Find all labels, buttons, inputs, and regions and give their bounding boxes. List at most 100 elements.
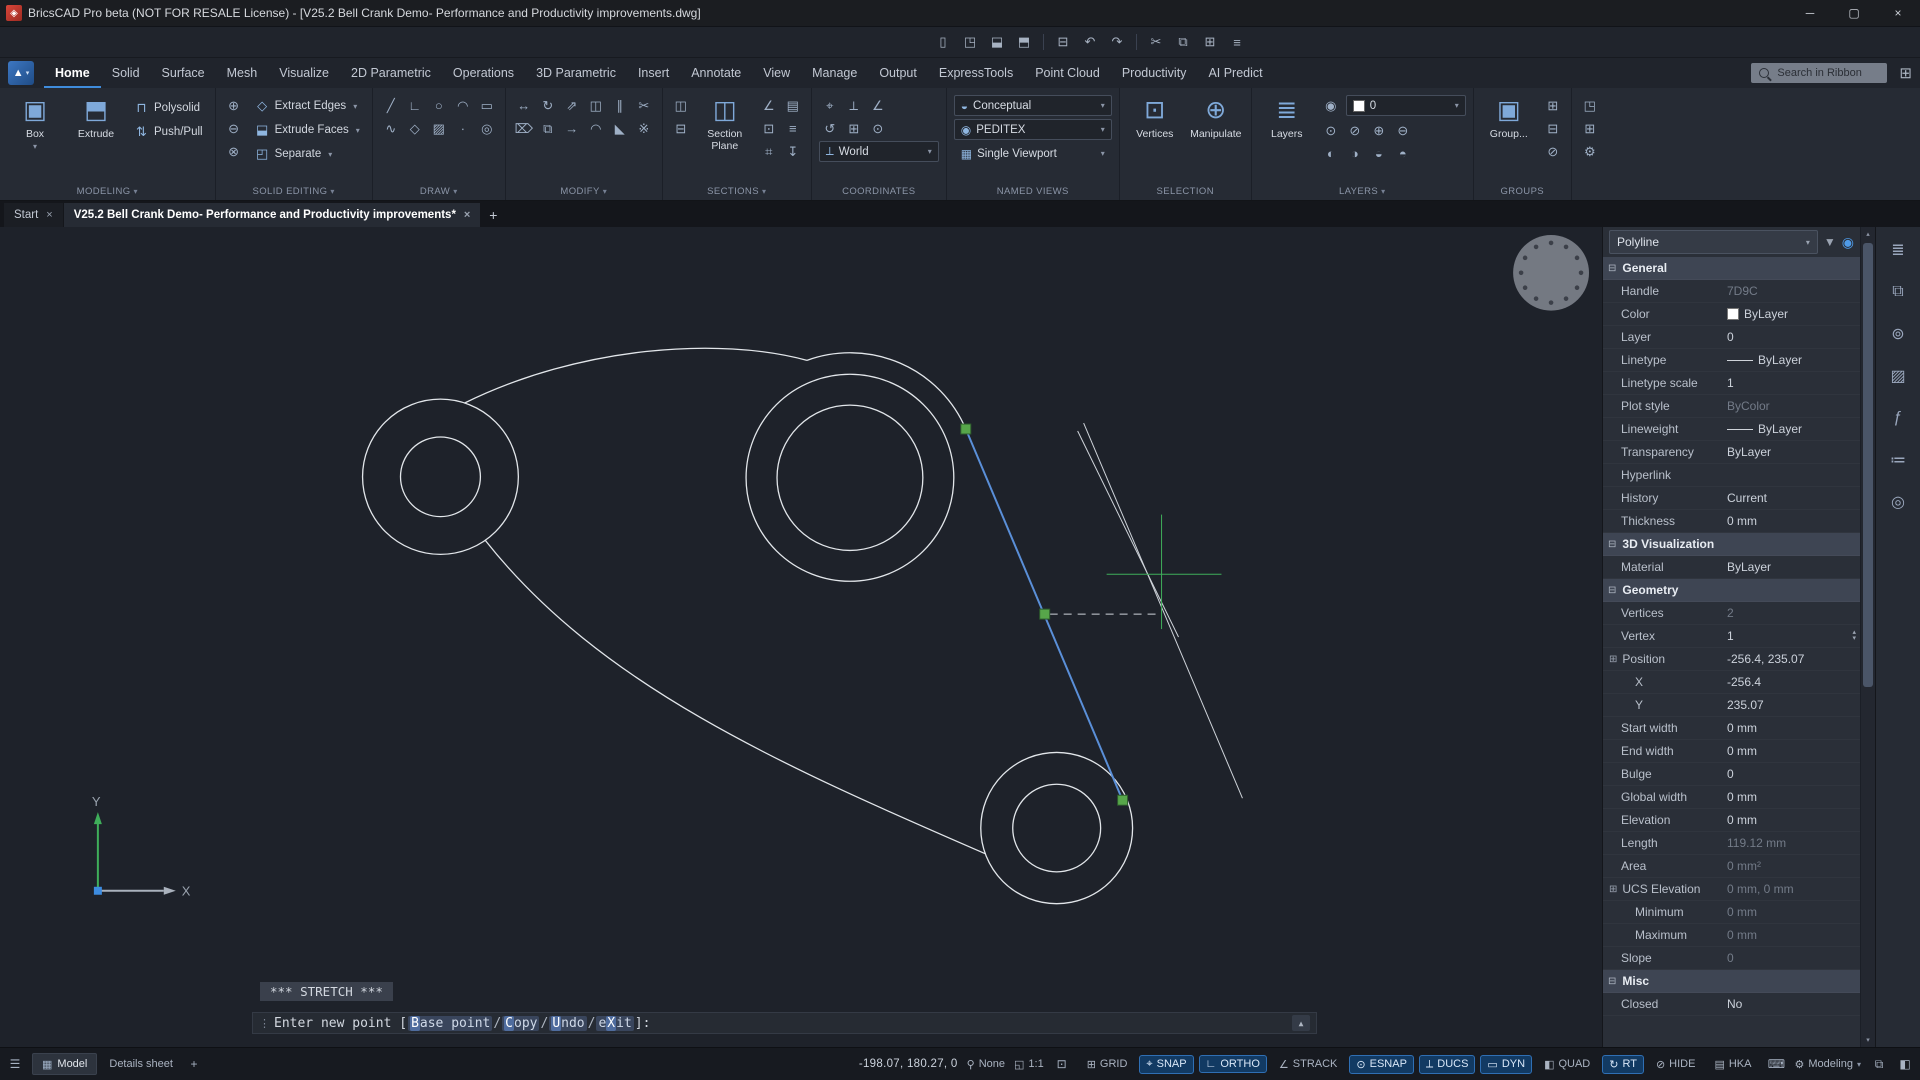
erase-icon[interactable]: ⌦ [513,118,535,139]
property-value[interactable]: 0 mm [1727,928,1860,942]
command-history-button[interactable]: ▲ [1292,1015,1310,1031]
minimize-button[interactable]: ─ [1788,0,1832,26]
model-tab[interactable]: ▦ Model [32,1053,97,1075]
stretch-icon[interactable]: → [561,118,583,139]
layer-on-icon[interactable]: ⊙ [1320,120,1342,141]
group-label-modify[interactable]: MODIFY▾ [513,183,655,200]
remove-from-group-icon[interactable]: ⊟ [1542,118,1564,139]
property-value[interactable]: 0 [1727,330,1860,344]
live-section-icon[interactable]: ≡ [782,118,804,139]
expand-icon[interactable]: ⊞ [1609,884,1617,895]
rotate-icon[interactable]: ↻ [537,95,559,116]
left-hub-outer-circle[interactable] [363,399,519,554]
donut-icon[interactable]: ◎ [476,118,498,139]
panel-toggle-icon[interactable]: ◳ [1579,95,1601,116]
menu-icon[interactable]: ☰ [6,1054,24,1074]
section-settings-icon[interactable]: ◫ [670,95,692,116]
line-icon[interactable]: ╱ [380,95,402,116]
section-line-icon[interactable]: ∠ [758,95,780,116]
section-volume-icon[interactable]: ⊡ [758,118,780,139]
property-value[interactable]: 0 mm [1727,744,1860,758]
intersect-icon[interactable]: ⊗ [223,141,245,162]
mirror-icon[interactable]: ◫ [585,95,607,116]
ribbon-tab-productivity[interactable]: Productivity [1111,58,1198,88]
print-icon[interactable]: ⊟ [1051,31,1075,53]
bottom-hub-inner-circle[interactable] [1013,784,1101,872]
toggle-esnap[interactable]: ⊙ESNAP [1349,1055,1414,1074]
toggle-ducs[interactable]: ⟂DUCS [1419,1055,1476,1074]
ribbon-tab-annotate[interactable]: Annotate [680,58,752,88]
property-value[interactable]: -256.4, 235.07 [1727,652,1860,666]
ribbon-tab-home[interactable]: Home [44,58,101,88]
named-view-combobox[interactable]: ◉ PEDITEX ▾ [954,119,1112,140]
layer-match-icon[interactable]: ◓ [1392,143,1414,164]
clip-display-icon[interactable]: ⊟ [670,118,692,139]
property-value[interactable]: 2 [1727,606,1860,620]
section-general[interactable]: ⊟General [1603,257,1860,280]
render-panel-icon[interactable]: ◎ [1884,489,1912,515]
close-icon[interactable]: × [464,209,470,221]
section-boundary-icon[interactable]: ▤ [782,95,804,116]
ribbon-tab-operations[interactable]: Operations [442,58,525,88]
section-geometry[interactable]: ⊟Geometry [1603,579,1860,602]
ungroup-icon[interactable]: ⊘ [1542,141,1564,162]
command-option-undo[interactable]: Undo [549,1016,586,1031]
separate-button[interactable]: ◰ Separate▾ [250,143,365,165]
workspace-switcher[interactable]: ⚙ Modeling ▾ [1794,1058,1861,1071]
layer-lock-icon[interactable]: ◐ [1320,143,1342,164]
ribbon-tab-visualize[interactable]: Visualize [268,58,340,88]
ucs-face-icon[interactable]: ⊞ [843,118,865,139]
attachments-panel-icon[interactable]: ⊚ [1884,321,1912,347]
maximize-button[interactable]: ▢ [1832,0,1876,26]
group-label-named-views[interactable]: NAMED VIEWS [954,183,1112,200]
property-value[interactable]: 0 mm [1727,905,1860,919]
new-document-button[interactable]: + [481,203,505,227]
ribbon-tab-3d-parametric[interactable]: 3D Parametric [525,58,627,88]
property-value[interactable]: 0 [1727,767,1860,781]
group-label-draw[interactable]: DRAW▾ [380,183,498,200]
box-button[interactable]: ▣ Box ▾ [7,91,63,183]
ucs-z-axis-icon[interactable]: ∠ [867,95,889,116]
property-value[interactable]: 0 mm [1727,514,1860,528]
section-3d-visualization[interactable]: ⊟3D Visualization [1603,533,1860,556]
match-properties-icon[interactable]: ≡ [1225,31,1249,53]
property-value[interactable]: 0 mm [1727,721,1860,735]
copy-icon[interactable]: ⧉ [1171,31,1195,53]
ucs-world-icon[interactable]: ⌖ [819,95,841,116]
layout-tab-details-sheet[interactable]: Details sheet [105,1058,177,1070]
dock-panels-icon[interactable]: ⊞ [1579,118,1601,139]
bottom-hub-outer-circle[interactable] [981,752,1133,903]
command-option-copy[interactable]: Copy [502,1016,539,1031]
add-layout-button[interactable]: + [185,1054,203,1074]
property-value[interactable]: Current [1727,491,1860,505]
scale-icon[interactable]: ⇗ [561,95,583,116]
property-value[interactable]: ByLayer [1727,422,1860,436]
ribbon-tab-solid[interactable]: Solid [101,58,151,88]
doc-tab-start[interactable]: Start × [4,203,63,227]
add-to-group-icon[interactable]: ⊞ [1542,95,1564,116]
close-button[interactable]: × [1876,0,1920,26]
viewport-configuration[interactable]: ▦ Single Viewport ▾ [954,143,1112,164]
grip-mid[interactable] [1040,609,1050,619]
polygon-icon[interactable]: ◇ [404,118,426,139]
ribbon-tab-view[interactable]: View [752,58,801,88]
ghost-edge-1[interactable] [1084,423,1243,798]
property-value[interactable]: No [1727,997,1860,1011]
property-value[interactable]: 119.12 mm [1727,836,1860,850]
command-option-exit[interactable]: eXit [596,1016,633,1031]
polyline-icon[interactable]: ∟ [404,95,426,116]
vertices-button[interactable]: ⊡ Vertices [1127,91,1183,183]
ribbon-tab-expresstools[interactable]: ExpressTools [928,58,1024,88]
mechanical-browser-panel-icon[interactable]: ƒ [1884,405,1912,431]
group-label-coordinates[interactable]: COORDINATES [819,183,939,200]
union-icon[interactable]: ⊕ [223,95,245,116]
property-value[interactable]: ByColor [1727,399,1860,413]
navigation-compass[interactable] [1513,235,1589,311]
layers-panel-icon[interactable]: ⧉ [1884,279,1912,305]
cut-icon[interactable]: ✂ [1144,31,1168,53]
scrollbar-thumb[interactable] [1863,243,1873,687]
hatch-panel-icon[interactable]: ▨ [1884,363,1912,389]
property-value[interactable]: ByLayer [1727,560,1860,574]
toggle-dyn[interactable]: ▭DYN [1480,1055,1532,1074]
layer-thaw-icon[interactable]: ⊖ [1392,120,1414,141]
